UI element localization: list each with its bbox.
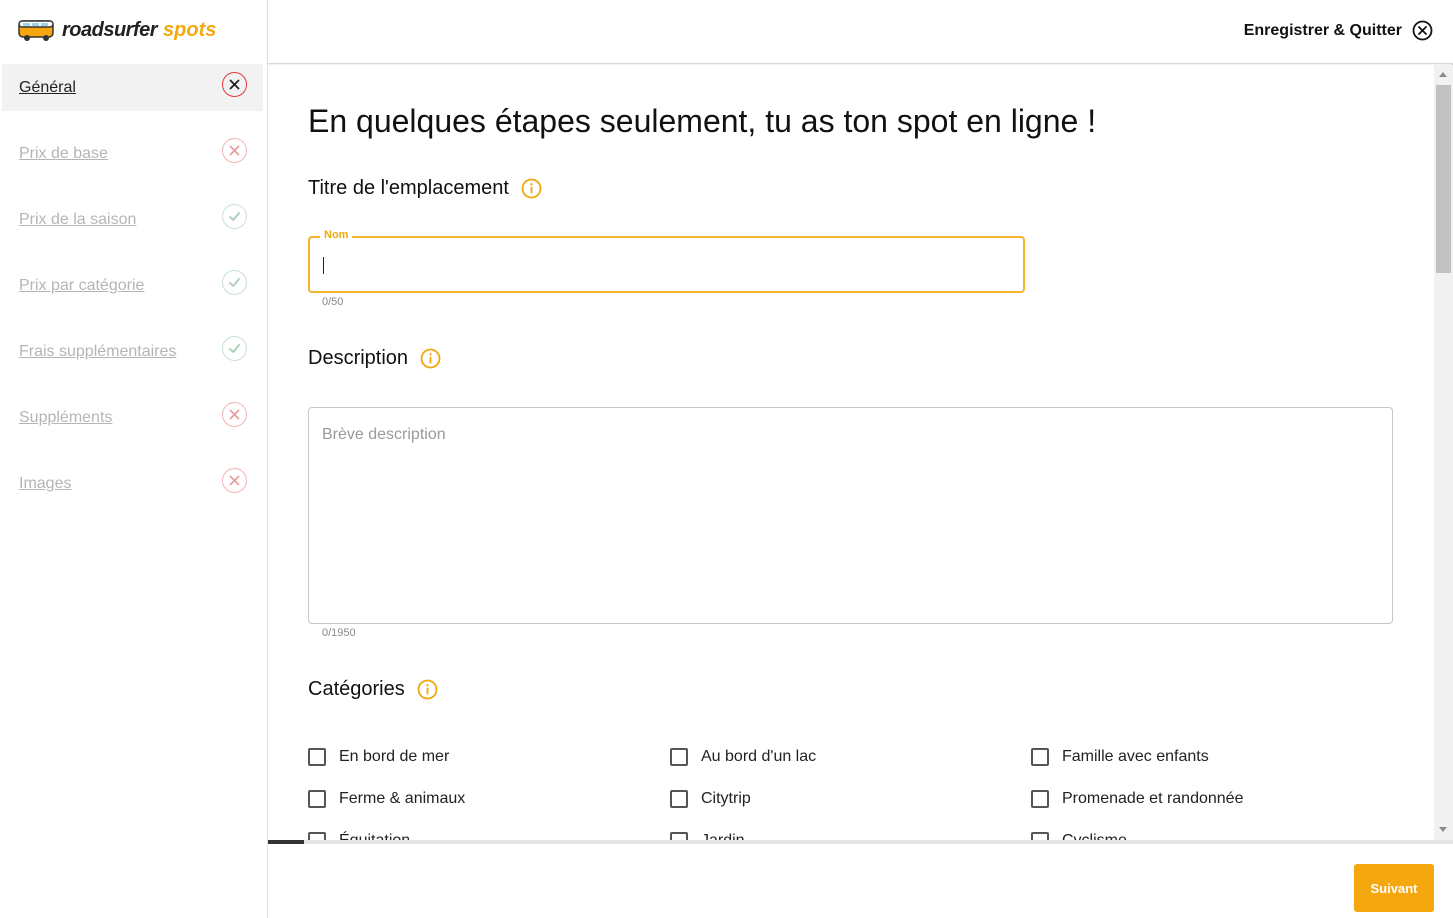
- save-and-quit-label: Enregistrer & Quitter: [1243, 21, 1402, 39]
- category-label: Jardin: [701, 832, 745, 840]
- info-icon[interactable]: [420, 348, 441, 369]
- sidebar-step-label: Prix de la saison: [19, 211, 137, 228]
- title-section-label: Titre de l'emplacement: [308, 177, 509, 199]
- sidebar-step-label: Frais supplémentaires: [19, 343, 177, 360]
- title-section-heading: Titre de l'emplacement: [308, 177, 542, 200]
- name-input[interactable]: Nom: [308, 229, 1025, 293]
- category-checkbox[interactable]: Au bord d'un lac: [670, 748, 816, 766]
- sidebar-step-label: Prix par catégorie: [19, 277, 145, 294]
- category-checkbox[interactable]: Jardin: [670, 832, 745, 840]
- sidebar-step-label: Général: [19, 79, 76, 96]
- page-title: En quelques étapes seulement, tu as ton …: [308, 103, 1097, 139]
- category-label: Cyclisme: [1062, 832, 1127, 840]
- logo-spots: spots: [163, 18, 217, 41]
- top-bar: Enregistrer & Quitter: [268, 0, 1453, 64]
- category-checkbox[interactable]: Promenade et randonnée: [1031, 790, 1243, 808]
- sidebar-step-item[interactable]: Suppléments: [2, 394, 263, 460]
- category-checkbox[interactable]: Citytrip: [670, 790, 751, 808]
- checkbox-box[interactable]: [670, 748, 688, 766]
- category-checkbox[interactable]: Famille avec enfants: [1031, 748, 1209, 766]
- checkbox-box[interactable]: [308, 748, 326, 766]
- checkbox-box[interactable]: [308, 790, 326, 808]
- checkbox-box[interactable]: [1031, 748, 1049, 766]
- save-and-quit-button[interactable]: Enregistrer & Quitter: [1244, 20, 1433, 41]
- categories-section-label: Catégories: [308, 678, 405, 700]
- checkbox-box[interactable]: [670, 832, 688, 840]
- categories-section-heading: Catégories: [308, 678, 438, 701]
- sidebar: roadsurfer spots Général Prix de base Prix…: [0, 0, 268, 918]
- sidebar-step-item[interactable]: Frais supplémentaires: [2, 328, 263, 394]
- check-icon: [222, 336, 247, 361]
- vertical-scrollbar[interactable]: [1434, 65, 1453, 840]
- scroll-up-arrow-icon[interactable]: [1439, 72, 1447, 77]
- sidebar-step-item[interactable]: Prix de la saison: [2, 196, 263, 262]
- category-label: Au bord d'un lac: [701, 748, 817, 765]
- name-input-label: Nom: [320, 229, 353, 241]
- step-nav: Général Prix de base Prix de la saison Prix…: [2, 64, 263, 526]
- check-icon: [222, 204, 247, 229]
- category-label: Ferme & animaux: [339, 790, 466, 807]
- category-checkbox[interactable]: Ferme & animaux: [308, 790, 465, 808]
- check-icon: [222, 270, 247, 295]
- error-x-icon: [222, 468, 247, 493]
- category-label: Famille avec enfants: [1062, 748, 1209, 765]
- footer: Suivant: [268, 844, 1453, 918]
- description-textarea[interactable]: Brève description: [308, 407, 1393, 624]
- scrollbar-thumb[interactable]: [1436, 85, 1451, 273]
- category-checkbox[interactable]: En bord de mer: [308, 748, 449, 766]
- error-x-icon: [222, 402, 247, 427]
- description-placeholder: Brève description: [322, 426, 446, 443]
- sidebar-step-label: Prix de base: [19, 145, 108, 162]
- info-icon[interactable]: [417, 679, 438, 700]
- sidebar-step-label: Images: [19, 475, 72, 492]
- sidebar-step-item[interactable]: Prix par catégorie: [2, 262, 263, 328]
- checkbox-box[interactable]: [1031, 790, 1049, 808]
- sidebar-step-item[interactable]: Prix de base: [2, 130, 263, 196]
- logo-wordmark: roadsurfer: [62, 18, 158, 41]
- description-section-label: Description: [308, 347, 409, 369]
- category-label: Équitation: [339, 832, 410, 840]
- scroll-down-arrow-icon[interactable]: [1439, 827, 1447, 832]
- sidebar-step-label: Suppléments: [19, 409, 113, 426]
- info-icon[interactable]: [521, 178, 542, 199]
- category-checkbox[interactable]: Équitation: [308, 832, 410, 840]
- van-icon: [18, 20, 54, 41]
- category-label: En bord de mer: [339, 748, 450, 765]
- name-char-counter: 0/50: [322, 296, 344, 308]
- sidebar-step-item[interactable]: Général: [2, 64, 263, 111]
- roadsurfer-spots-logo[interactable]: roadsurfer spots: [18, 16, 216, 44]
- error-x-icon: [222, 138, 247, 163]
- main-content: En quelques étapes seulement, tu as ton …: [268, 65, 1434, 840]
- next-button[interactable]: Suivant: [1354, 864, 1434, 912]
- category-checkbox[interactable]: Cyclisme: [1031, 832, 1127, 840]
- checkbox-box[interactable]: [670, 790, 688, 808]
- description-char-counter: 0/1950: [322, 627, 356, 639]
- checkbox-box[interactable]: [1031, 832, 1049, 840]
- text-caret: [323, 257, 324, 274]
- checkbox-box[interactable]: [308, 832, 326, 840]
- error-x-icon: [222, 72, 247, 97]
- sidebar-step-item[interactable]: Images: [2, 460, 263, 526]
- description-section-heading: Description: [308, 347, 441, 370]
- category-label: Promenade et randonnée: [1062, 790, 1244, 807]
- close-circle-icon: [1412, 20, 1433, 41]
- category-label: Citytrip: [701, 790, 751, 807]
